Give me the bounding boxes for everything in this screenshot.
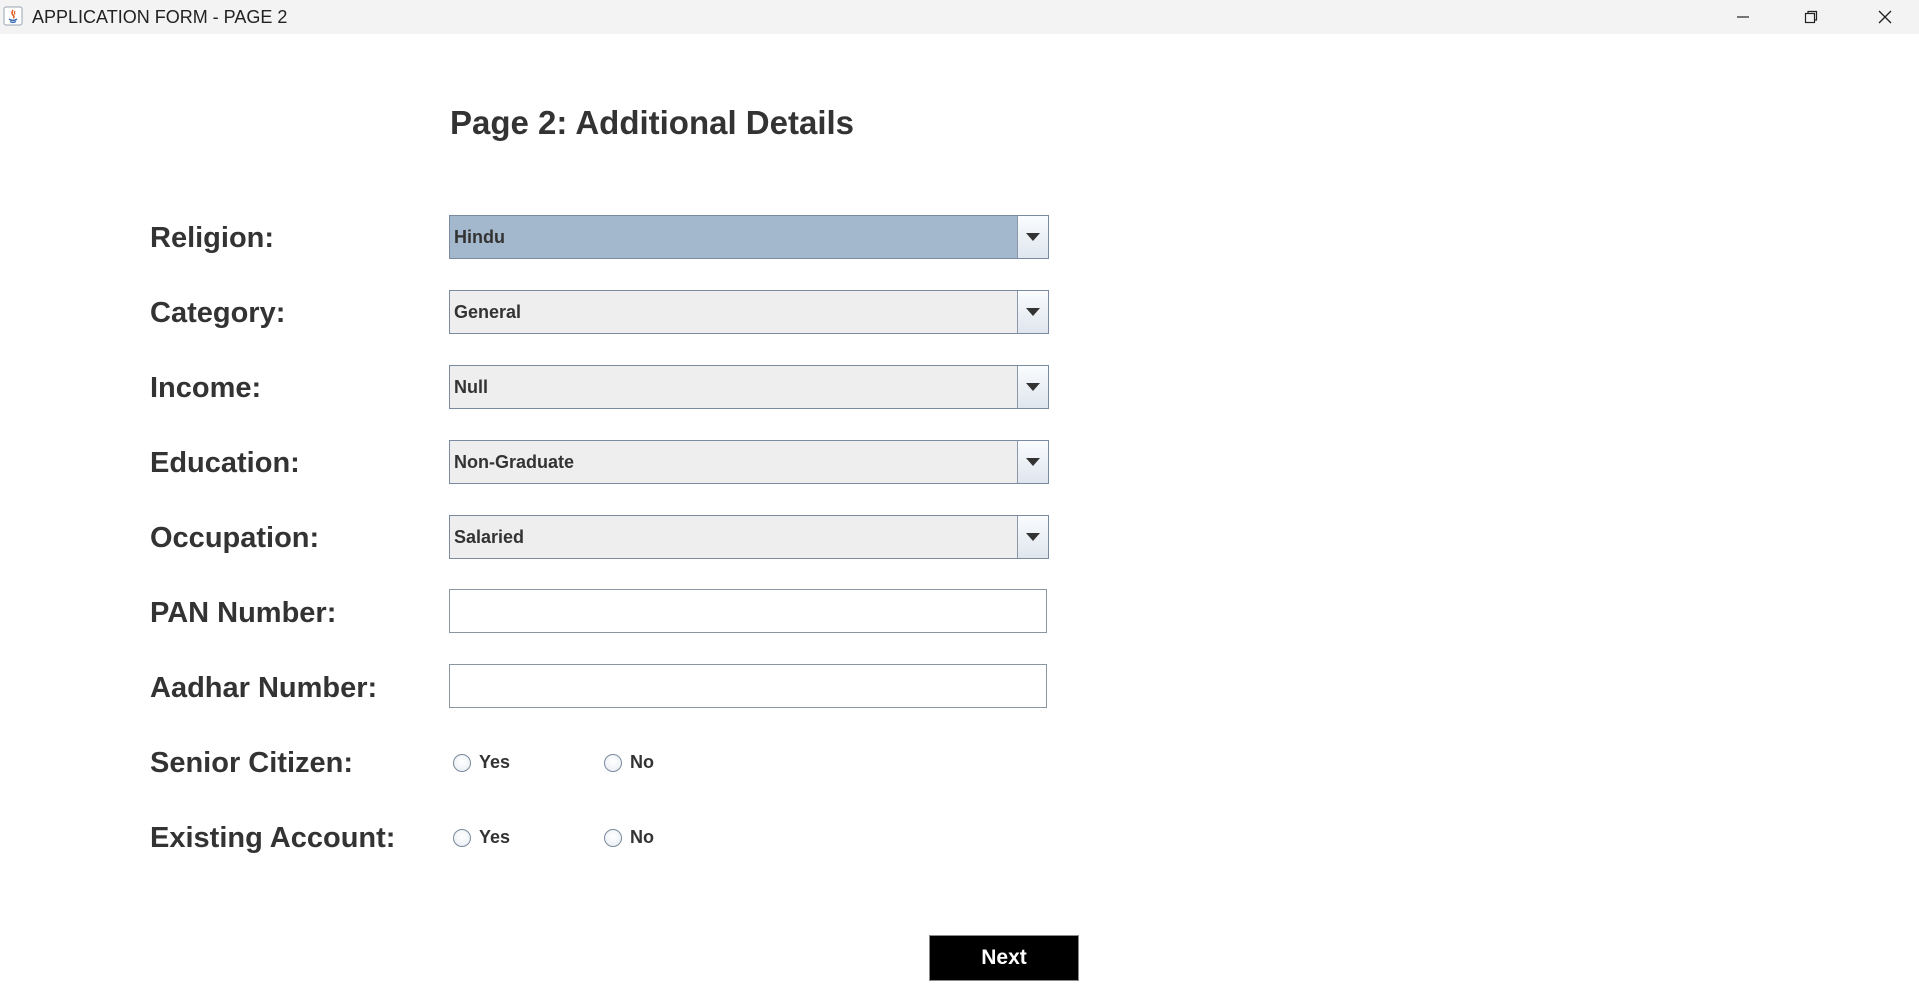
- existing-account-label: Existing Account:: [150, 822, 396, 854]
- radio-label-no: No: [630, 752, 654, 772]
- next-button[interactable]: Next: [929, 935, 1079, 981]
- window-title: APPLICATION FORM - PAGE 2: [32, 7, 288, 27]
- close-button[interactable]: [1851, 0, 1919, 34]
- income-dropdown[interactable]: Null: [449, 365, 1049, 409]
- chevron-down-icon[interactable]: [1017, 291, 1048, 333]
- income-value: Null: [454, 377, 488, 397]
- existing-account-yes-radio[interactable]: Yes: [453, 827, 510, 848]
- occupation-label: Occupation:: [150, 522, 320, 554]
- existing-account-no-radio[interactable]: No: [604, 827, 654, 848]
- senior-citizen-yes-radio[interactable]: Yes: [453, 752, 510, 773]
- category-value: General: [454, 302, 522, 322]
- education-label: Education:: [150, 447, 300, 479]
- minimize-icon: [1737, 16, 1749, 18]
- radio-label-no: No: [630, 827, 654, 847]
- occupation-value: Salaried: [454, 527, 525, 547]
- chevron-down-icon[interactable]: [1017, 516, 1048, 558]
- education-value: Non-Graduate: [454, 452, 575, 472]
- java-icon: [3, 6, 23, 26]
- restore-button[interactable]: [1777, 0, 1845, 34]
- income-label: Income:: [150, 372, 262, 404]
- radio-label-yes: Yes: [479, 752, 511, 772]
- senior-citizen-label: Senior Citizen:: [150, 747, 354, 779]
- radio-button-icon[interactable]: [604, 828, 622, 847]
- religion-value: Hindu: [454, 227, 505, 247]
- radio-label-yes: Yes: [479, 827, 511, 847]
- title-bar: APPLICATION FORM - PAGE 2: [0, 0, 1919, 34]
- education-dropdown[interactable]: Non-Graduate: [449, 440, 1049, 484]
- radio-button-icon[interactable]: [453, 753, 471, 772]
- close-icon: [1878, 10, 1892, 24]
- aadhar-number-label: Aadhar Number:: [150, 672, 378, 704]
- category-label: Category:: [150, 297, 286, 329]
- category-dropdown[interactable]: General: [449, 290, 1049, 334]
- senior-citizen-no-radio[interactable]: No: [604, 752, 654, 773]
- pan-number-label: PAN Number:: [150, 597, 337, 629]
- radio-button-icon[interactable]: [453, 828, 471, 847]
- pan-number-input[interactable]: [449, 589, 1047, 633]
- religion-label: Religion:: [150, 222, 275, 254]
- chevron-down-icon[interactable]: [1017, 441, 1048, 483]
- restore-icon: [1804, 10, 1818, 24]
- minimize-button[interactable]: [1709, 0, 1777, 34]
- religion-dropdown[interactable]: Hindu: [449, 215, 1049, 259]
- chevron-down-icon[interactable]: [1017, 366, 1048, 408]
- radio-button-icon[interactable]: [604, 753, 622, 772]
- page-title: Page 2: Additional Details: [450, 104, 855, 141]
- aadhar-number-input[interactable]: [449, 664, 1047, 708]
- chevron-down-icon[interactable]: [1017, 216, 1048, 258]
- occupation-dropdown[interactable]: Salaried: [449, 515, 1049, 559]
